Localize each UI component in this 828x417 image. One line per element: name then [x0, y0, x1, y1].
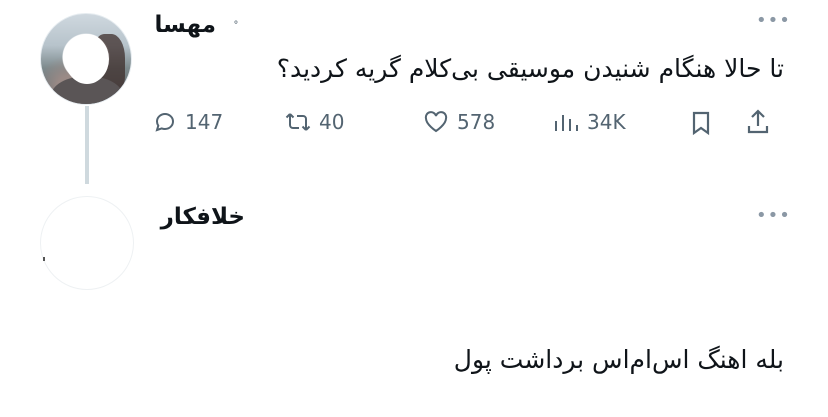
like-count: 578	[457, 110, 496, 134]
reply-author-name[interactable]: خلافکار	[161, 204, 245, 230]
author-mark-icon: ᐤ	[233, 18, 238, 31]
retweet-count: 40	[319, 110, 345, 134]
avatar-speck	[43, 257, 45, 261]
reply-button[interactable]: 147	[153, 110, 223, 134]
views-chart-icon	[555, 115, 578, 131]
heart-icon	[424, 111, 448, 133]
views-button[interactable]: 34K	[553, 110, 626, 134]
tweet-text: تا حالا هنگام شنیدن موسیقی بی‌کلام گریه …	[276, 54, 784, 83]
like-button[interactable]: 578	[423, 110, 495, 134]
views-count: 34K	[587, 110, 626, 134]
reply-text: بله اهنگ اس‌ام‌اس برداشت پول	[453, 345, 784, 374]
share-icon	[747, 109, 769, 134]
reply-icon	[155, 112, 175, 132]
bookmark-button[interactable]	[690, 110, 712, 136]
reply-author-avatar[interactable]	[40, 196, 134, 290]
author-avatar[interactable]	[40, 13, 132, 105]
more-options-button[interactable]: •••	[756, 10, 791, 31]
bookmark-icon	[692, 111, 710, 136]
author-name[interactable]: مهسا	[155, 12, 216, 38]
retweet-icon	[285, 113, 311, 131]
thread-line	[85, 106, 89, 184]
retweet-button[interactable]: 40	[285, 110, 344, 134]
reply-count: 147	[185, 110, 224, 134]
avatar-face-blur	[65, 34, 109, 84]
share-button[interactable]	[746, 108, 770, 136]
reply-more-options-button[interactable]: •••	[756, 205, 791, 226]
